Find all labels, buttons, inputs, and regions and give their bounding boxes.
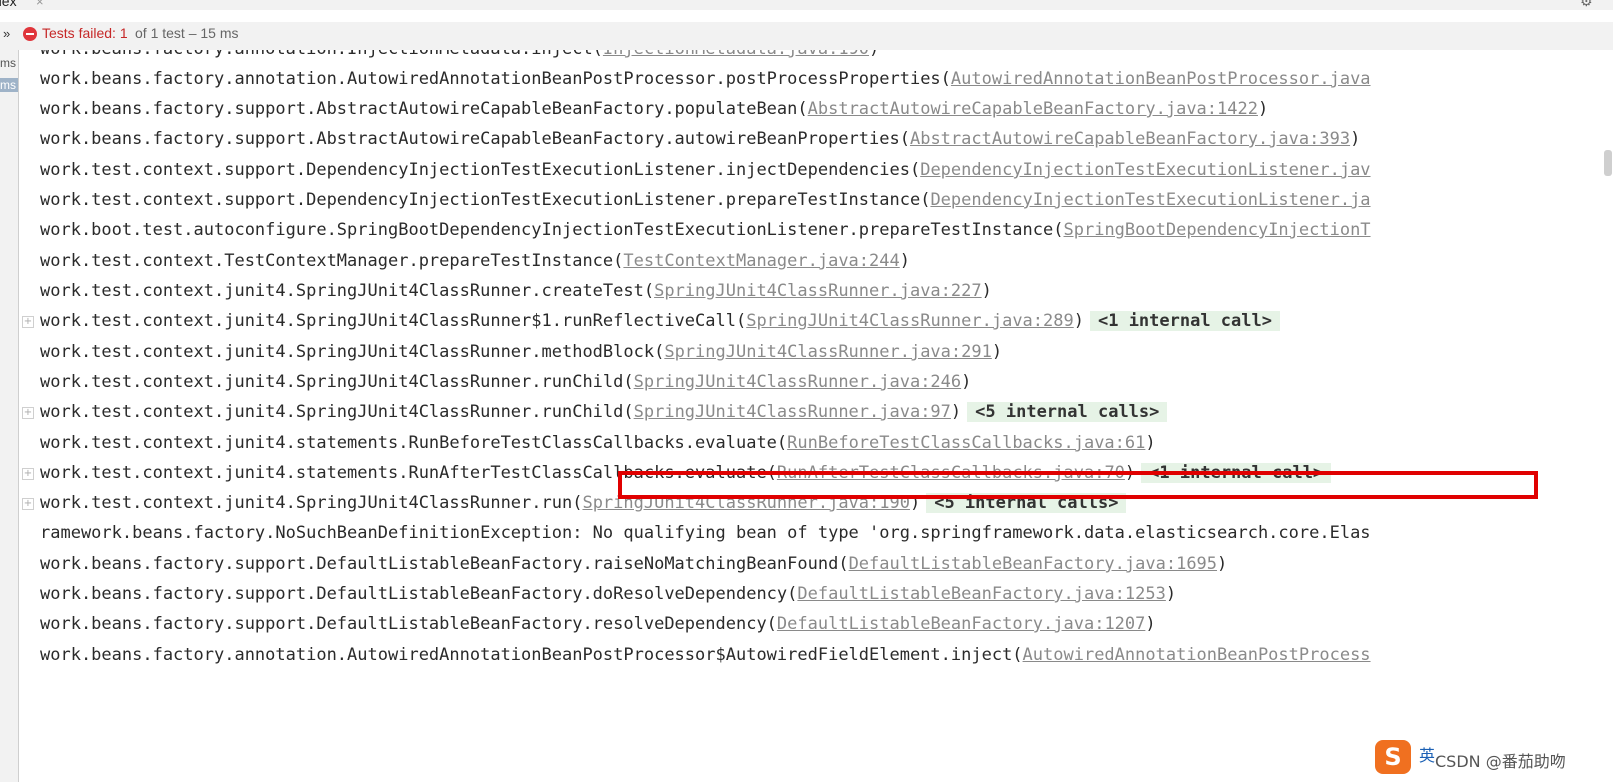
source-link[interactable]: RunBeforeTestClassCallbacks.java:61 — [787, 433, 1145, 453]
source-link[interactable]: SpringJUnit4ClassRunner.java:246 — [634, 372, 962, 392]
stack-frame-text: work.test.context.support.DependencyInje… — [40, 160, 921, 180]
console-output: work.beans.factory.annotation.InjectionM… — [19, 50, 1613, 782]
internal-calls-badge[interactable]: <1 internal call> — [1089, 311, 1280, 331]
test-duration[interactable]: ms — [0, 56, 16, 70]
stack-trace-line: work.test.context.support.DependencyInje… — [40, 159, 1371, 181]
stack-trace-line: work.beans.factory.support.DefaultListab… — [40, 583, 1176, 605]
scrollbar-thumb[interactable] — [1604, 150, 1612, 176]
source-link[interactable]: AutowiredAnnotationBeanPostProcess — [1023, 645, 1371, 665]
source-link[interactable]: SpringJUnit4ClassRunner.java:289 — [746, 311, 1074, 331]
source-link[interactable]: TestContextManager.java:244 — [623, 251, 899, 271]
source-link[interactable]: SpringBootDependencyInjectionT — [1064, 220, 1371, 240]
source-link[interactable]: DependencyInjectionTestExecutionListener… — [930, 190, 1370, 210]
source-link[interactable]: DependencyInjectionTestExecutionListener… — [920, 160, 1370, 180]
source-link[interactable]: DefaultListableBeanFactory.java:1207 — [777, 614, 1145, 634]
close-paren: ) — [899, 251, 910, 271]
stack-trace-line: work.test.context.junit4.SpringJUnit4Cla… — [40, 401, 1168, 423]
stack-frame-text: work.test.context.junit4.SpringJUnit4Cla… — [40, 493, 583, 513]
stack-frame-text: work.test.context.support.DependencyInje… — [40, 190, 931, 210]
stack-trace-line: work.test.context.junit4.SpringJUnit4Cla… — [40, 280, 992, 302]
source-link[interactable]: SpringJUnit4ClassRunner.java:291 — [664, 342, 992, 362]
watermark-text: CSDN @番茄助吻 — [1435, 752, 1566, 771]
stack-trace-line: work.beans.factory.annotation.AutowiredA… — [40, 68, 1371, 90]
ime-language-icon: 英 — [1419, 746, 1436, 765]
error-circle-icon — [23, 27, 37, 41]
stack-trace-line: work.beans.factory.annotation.InjectionM… — [40, 50, 879, 60]
stack-trace-line: work.test.context.support.DependencyInje… — [40, 189, 1371, 211]
stack-frame-text: work.test.context.TestContextManager.pre… — [40, 251, 624, 271]
test-tree-panel: ms ms — [0, 50, 19, 782]
close-paren: ) — [1217, 554, 1228, 574]
stack-trace-line: work.test.context.junit4.SpringJUnit4Cla… — [40, 371, 971, 393]
tests-summary: of 1 test – 15 ms — [135, 25, 239, 41]
source-link[interactable]: SpringJUnit4ClassRunner.java:97 — [634, 402, 951, 422]
stack-frame-text: work.beans.factory.annotation.AutowiredA… — [40, 69, 951, 89]
close-paren: ) — [1165, 584, 1177, 604]
tab-bar: dex × ⚙ — [0, 0, 1613, 10]
stack-frame-text: work.beans.factory.support.DefaultListab… — [40, 584, 798, 604]
source-link[interactable]: DefaultListableBeanFactory.java:1253 — [797, 584, 1165, 604]
stack-frame-text: work.beans.factory.support.AbstractAutow… — [40, 129, 910, 149]
source-link[interactable]: AutowiredAnnotationBeanPostProcessor.jav… — [951, 69, 1371, 89]
error-highlight-box — [618, 471, 1538, 499]
source-link[interactable]: AbstractAutowireCapableBeanFactory.java:… — [910, 129, 1350, 149]
expand-fold-icon[interactable]: + — [22, 468, 34, 480]
stack-trace-line: work.beans.factory.support.DefaultListab… — [40, 613, 1156, 635]
stack-frame-text: work.boot.test.autoconfigure.SpringBootD… — [40, 220, 1064, 240]
tab-index[interactable]: dex — [0, 0, 17, 9]
stack-frame-text: work.beans.factory.support.DefaultListab… — [40, 614, 777, 634]
internal-calls-badge[interactable]: <5 internal calls> — [967, 402, 1168, 422]
stack-frame-text: work.beans.factory.support.DefaultListab… — [40, 554, 849, 574]
source-link[interactable]: DefaultListableBeanFactory.java:1695 — [849, 554, 1217, 574]
test-status-bar: » Tests failed: 1 of 1 test – 15 ms — [0, 22, 1613, 50]
expand-fold-icon[interactable]: + — [22, 407, 34, 419]
stack-frame-text: work.beans.factory.support.AbstractAutow… — [40, 99, 808, 119]
test-duration-selected[interactable]: ms — [0, 78, 18, 92]
stack-frame-text: ramework.beans.factory.NoSuchBeanDefinit… — [40, 523, 1371, 543]
stack-trace-line: work.test.context.TestContextManager.pre… — [40, 250, 910, 272]
stack-frame-text: work.test.context.junit4.SpringJUnit4Cla… — [40, 281, 655, 301]
stack-trace-line: work.beans.factory.support.AbstractAutow… — [40, 98, 1268, 120]
close-paren: ) — [961, 372, 972, 392]
stack-frame-text: work.beans.factory.annotation.AutowiredA… — [40, 645, 1023, 665]
tab-close-icon[interactable]: × — [36, 0, 44, 9]
stack-trace-line: work.test.context.junit4.SpringJUnit4Cla… — [40, 310, 1280, 332]
sogou-ime-logo: S — [1375, 740, 1411, 774]
close-paren: ) — [1350, 129, 1361, 149]
source-link[interactable]: SpringJUnit4ClassRunner.java:227 — [654, 281, 982, 301]
expand-fold-icon[interactable]: + — [22, 316, 34, 328]
stack-frame-text: work.test.context.junit4.SpringJUnit4Cla… — [40, 372, 634, 392]
close-paren: ) — [991, 342, 1003, 362]
stack-frame-text: work.test.context.junit4.statements.RunB… — [40, 433, 788, 453]
gear-icon[interactable]: ⚙ — [1580, 0, 1593, 10]
source-link[interactable]: AbstractAutowireCapableBeanFactory.java:… — [808, 99, 1258, 119]
tests-failed-label: Tests failed: 1 — [42, 25, 128, 41]
close-paren: ) — [1145, 433, 1156, 453]
close-paren: ) — [981, 281, 992, 301]
stack-frame-text: work.test.context.junit4.SpringJUnit4Cla… — [40, 402, 634, 422]
close-paren: ) — [950, 402, 962, 422]
expand-icon[interactable]: » — [3, 26, 10, 41]
close-paren: ) — [1145, 614, 1156, 634]
source-link[interactable]: InjectionMetadata.java:190 — [603, 50, 869, 59]
stack-frame-text: work.test.context.junit4.SpringJUnit4Cla… — [40, 342, 665, 362]
stack-trace-line: work.beans.factory.annotation.AutowiredA… — [40, 644, 1371, 666]
csdn-watermark: S 英 CSDN @番茄助吻 — [1375, 740, 1611, 774]
stack-trace-line: work.beans.factory.support.DefaultListab… — [40, 553, 1227, 575]
close-paren: ) — [1073, 311, 1084, 331]
stack-trace-line: work.test.context.junit4.statements.RunB… — [40, 432, 1156, 454]
stack-trace-line: work.beans.factory.support.AbstractAutow… — [40, 128, 1360, 150]
stack-trace-line: ramework.beans.factory.NoSuchBeanDefinit… — [40, 522, 1371, 544]
stack-trace-line: work.boot.test.autoconfigure.SpringBootD… — [40, 219, 1371, 241]
stack-trace-line: work.test.context.junit4.SpringJUnit4Cla… — [40, 341, 1002, 363]
close-paren: ) — [1257, 99, 1269, 119]
stack-frame-text: work.test.context.junit4.SpringJUnit4Cla… — [40, 311, 747, 331]
expand-fold-icon[interactable]: + — [22, 498, 34, 510]
stack-frame-text: work.beans.factory.annotation.InjectionM… — [40, 50, 603, 59]
close-paren: ) — [869, 50, 879, 59]
